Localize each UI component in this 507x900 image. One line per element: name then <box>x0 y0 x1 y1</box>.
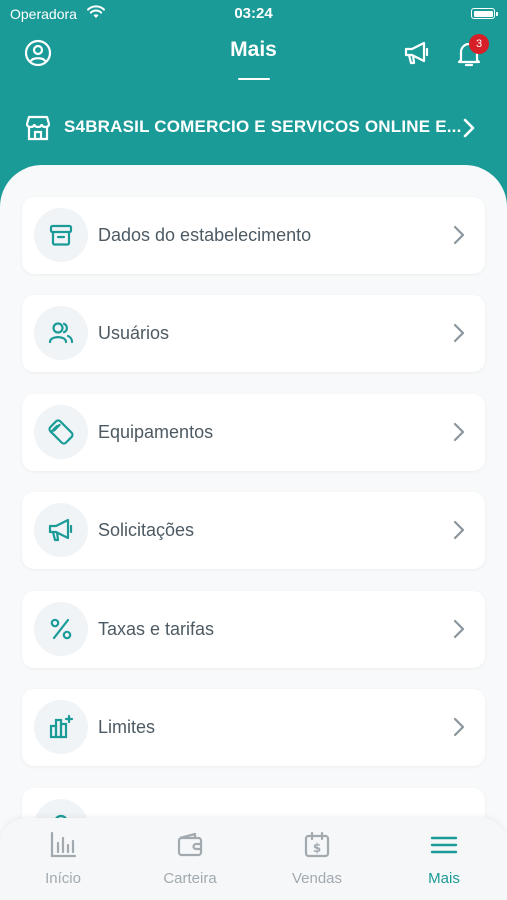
card-machine-icon <box>48 419 74 445</box>
megaphone-icon <box>48 518 73 542</box>
title-underline <box>238 78 270 80</box>
clock: 03:24 <box>234 5 273 22</box>
tab-label: Carteira <box>163 870 217 887</box>
percent-icon <box>50 618 72 640</box>
menu-item-label: Limites <box>98 717 156 737</box>
calendar-dollar-icon: $ <box>304 831 330 858</box>
tab-vendas[interactable]: $ Vendas <box>254 818 380 900</box>
chevron-right-icon <box>453 717 465 737</box>
tab-inicio[interactable]: Início <box>0 818 126 900</box>
menu-item-label: Equipamentos <box>98 422 214 442</box>
tab-mais[interactable]: Mais <box>381 818 507 900</box>
menu-item-label: Taxas e tarifas <box>98 619 215 639</box>
bar-chart-plus-icon <box>49 714 74 739</box>
menu-item-label: Solicitações <box>98 520 195 540</box>
menu-item-taxas-tarifas[interactable]: Taxas e tarifas <box>22 591 485 668</box>
wallet-icon <box>177 832 203 857</box>
users-icon <box>48 322 74 344</box>
menu-item-equipamentos[interactable]: Equipamentos <box>22 394 485 471</box>
chevron-right-icon <box>463 118 475 138</box>
svg-text:$: $ <box>313 841 321 855</box>
store-icon <box>25 115 51 141</box>
chevron-right-icon <box>453 422 465 442</box>
menu-item-usuarios[interactable]: Usuários <box>22 295 485 372</box>
status-bar: Operadora 03:24 <box>0 0 507 30</box>
chevron-right-icon <box>453 323 465 343</box>
chevron-right-icon <box>453 520 465 540</box>
archive-icon <box>49 224 73 246</box>
store-selector[interactable]: S4BRASIL COMERCIO E SERVICOS ONLINE E... <box>0 106 507 150</box>
tab-bar: Início Carteira $ Vendas Mais <box>0 818 507 900</box>
menu-item-label: Usuários <box>98 323 170 343</box>
tab-label: Vendas <box>291 870 343 887</box>
menu-item-limites[interactable]: Limites <box>22 689 485 766</box>
tab-label: Mais <box>428 870 460 887</box>
chart-icon <box>50 831 77 858</box>
megaphone-icon[interactable] <box>403 40 431 66</box>
menu-item-label: Dados do estabelecimento <box>98 225 312 245</box>
tab-label: Início <box>45 870 81 887</box>
battery-icon <box>471 8 498 19</box>
notification-badge: 3 <box>469 34 489 54</box>
tab-carteira[interactable]: Carteira <box>127 818 253 900</box>
chevron-right-icon <box>453 225 465 245</box>
menu-item-solicitacoes[interactable]: Solicitações <box>22 492 485 569</box>
chevron-right-icon <box>453 619 465 639</box>
store-name: S4BRASIL COMERCIO E SERVICOS ONLINE E... <box>64 117 462 136</box>
menu-list: Dados do estabelecimento Usuários Equipa… <box>0 165 507 900</box>
menu-icon <box>430 836 458 854</box>
menu-item-dados-estabelecimento[interactable]: Dados do estabelecimento <box>22 197 485 274</box>
